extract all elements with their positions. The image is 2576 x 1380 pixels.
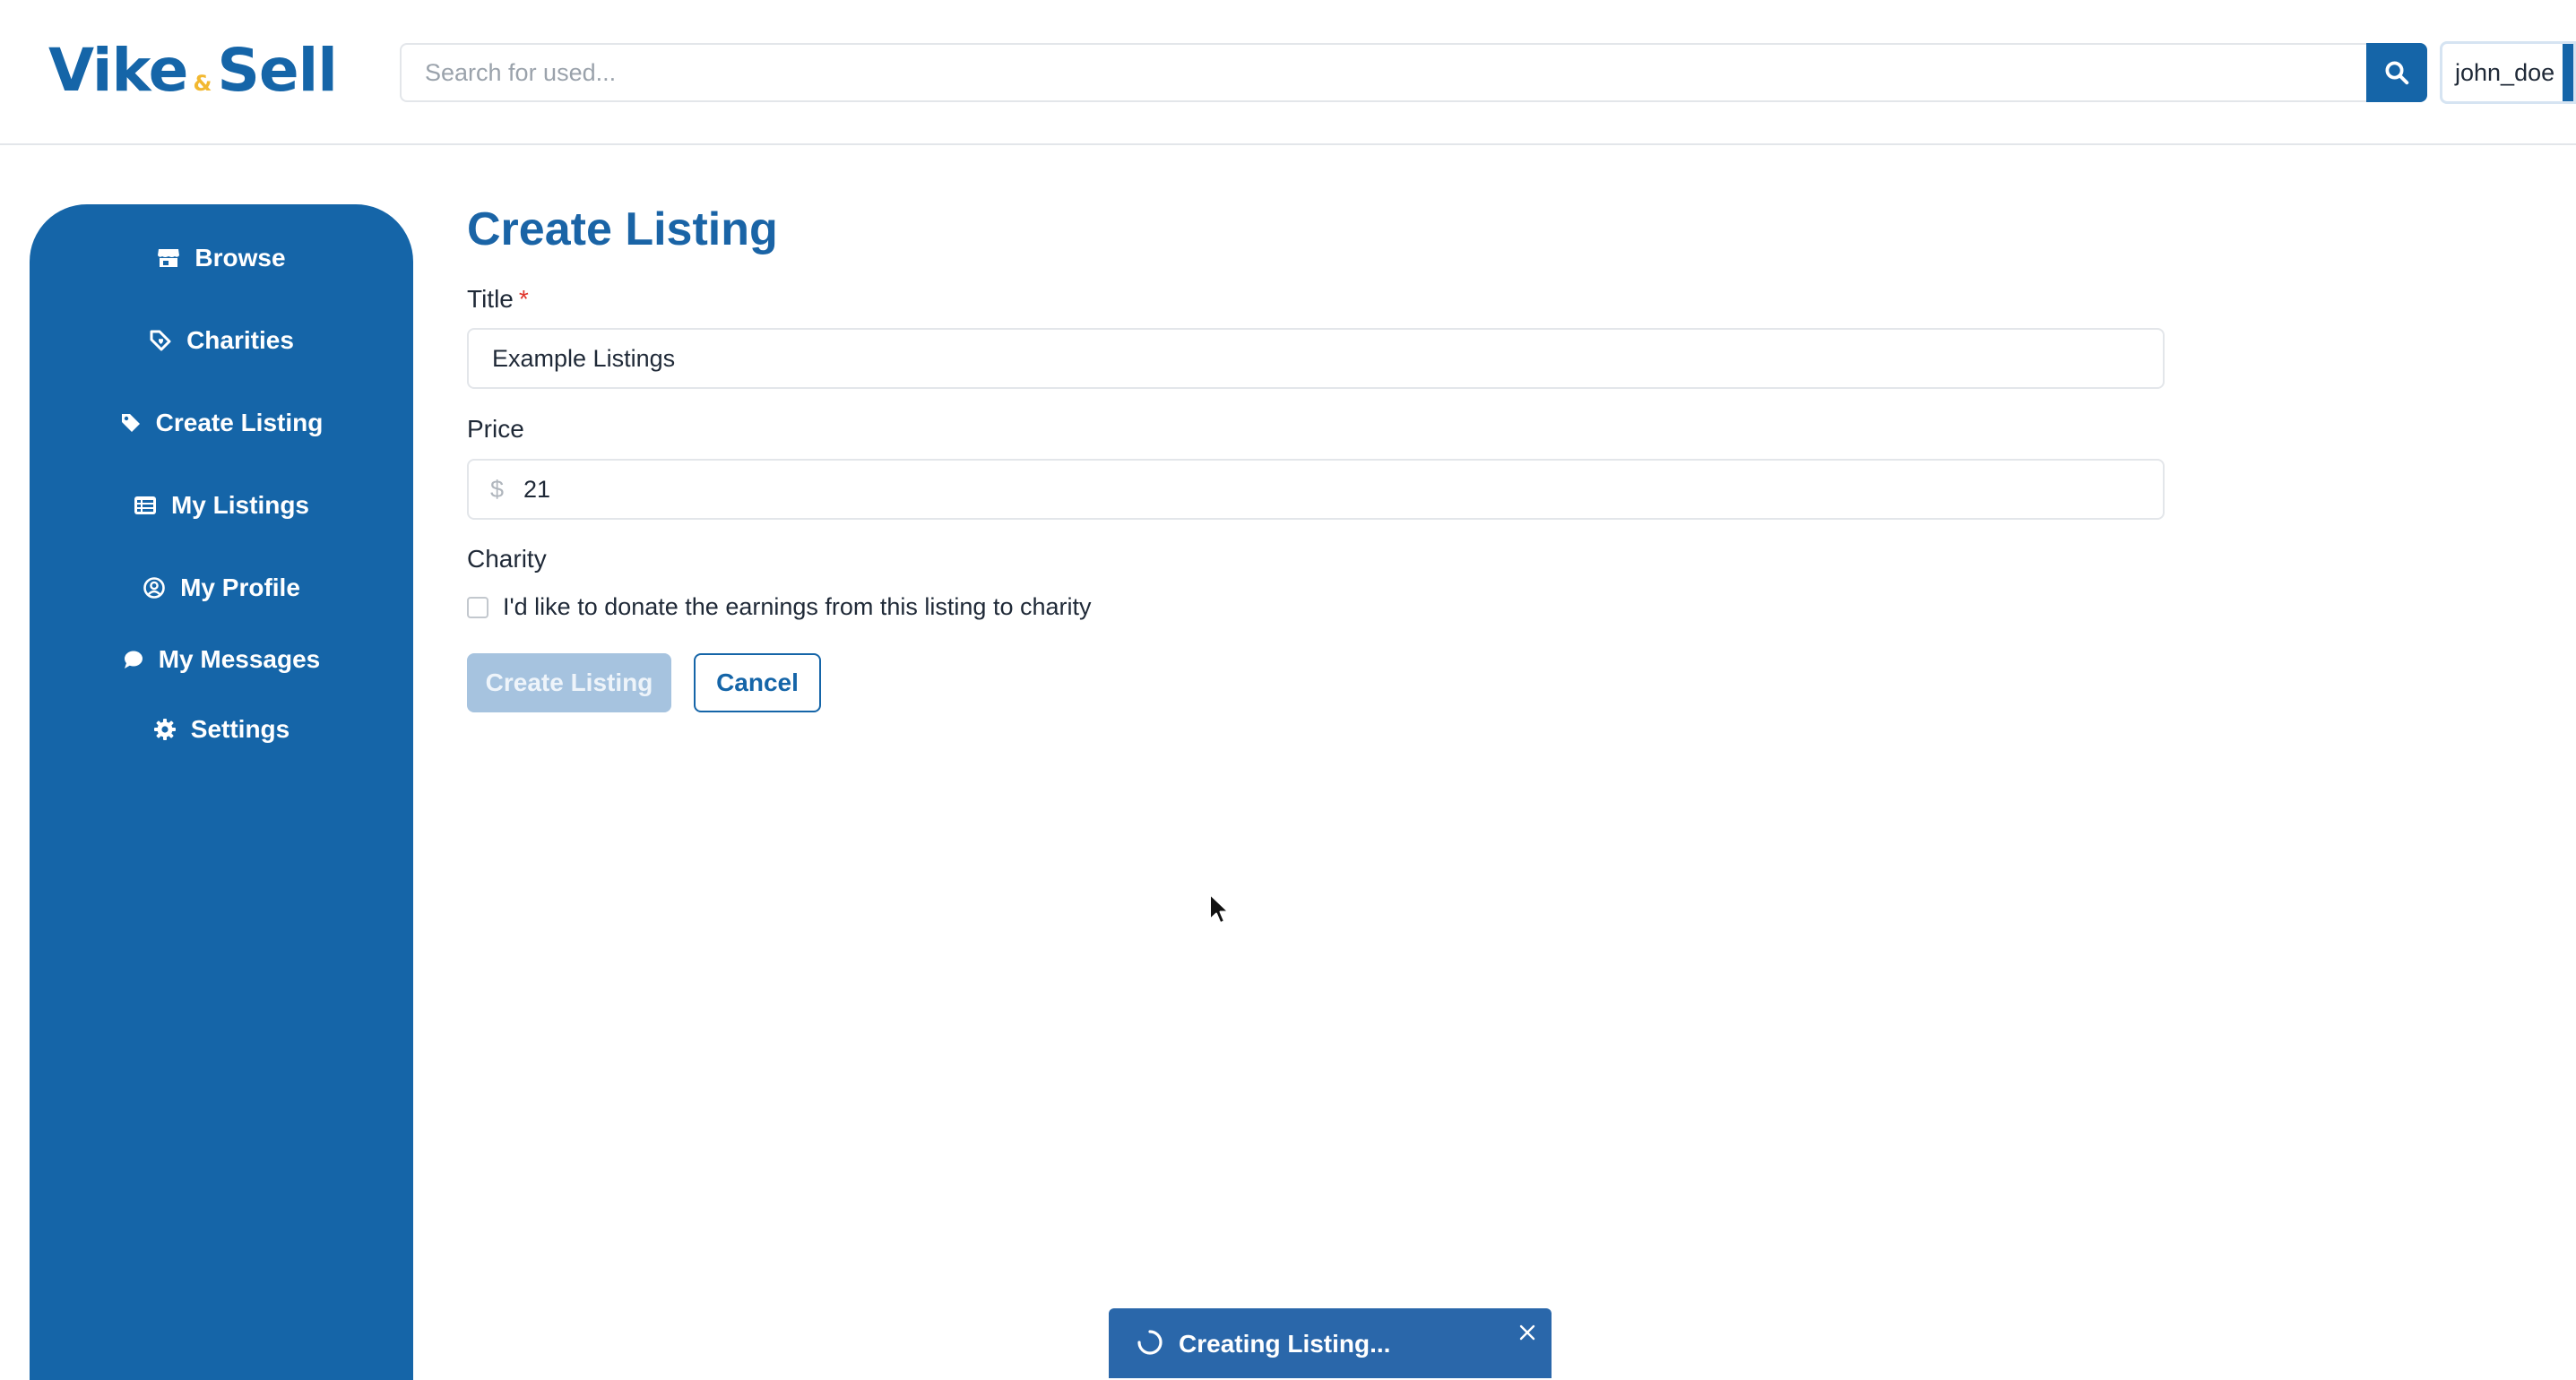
sidebar-item-label: Create Listing <box>155 409 324 436</box>
charity-tag-icon <box>150 330 171 351</box>
gear-icon <box>153 719 176 740</box>
charity-checkbox[interactable] <box>467 596 488 618</box>
charity-checkbox-row: I'd like to donate the earnings from thi… <box>467 593 1092 621</box>
sidebar-item-label: Browse <box>194 244 286 272</box>
user-circle-icon <box>143 577 165 599</box>
search-button[interactable] <box>2366 43 2427 102</box>
sidebar-item-label: My Profile <box>180 574 300 601</box>
vike-and-sell-logo[interactable]: Vike & Sell <box>48 36 338 108</box>
storefront-icon <box>158 249 180 267</box>
sidebar-item-my-profile[interactable]: My Profile <box>30 561 413 615</box>
top-header: Vike & Sell john_doe <box>0 0 2576 145</box>
sidebar-item-settings[interactable]: Settings <box>30 703 413 756</box>
sidebar-item-my-messages[interactable]: My Messages <box>30 633 413 686</box>
sidebar-item-create-listing[interactable]: Create Listing <box>30 396 413 450</box>
search-icon <box>2385 61 2409 85</box>
price-input[interactable]: $ 21 <box>467 459 2165 520</box>
charity-field-label: Charity <box>467 545 547 573</box>
loading-spinner-icon <box>1137 1330 1163 1355</box>
close-icon[interactable] <box>1517 1323 1537 1342</box>
title-input-value: Example Listings <box>492 344 676 372</box>
logo-word-sell: Sell <box>217 36 338 105</box>
chat-bubble-icon <box>124 651 143 668</box>
sidebar-item-label: Charities <box>186 326 294 354</box>
sidebar-item-my-listings[interactable]: My Listings <box>30 479 413 532</box>
search-input[interactable] <box>400 43 2368 102</box>
required-asterisk: * <box>518 285 529 313</box>
sidebar-item-label: My Listings <box>170 491 309 519</box>
sidebar-item-browse[interactable]: Browse <box>30 231 413 285</box>
title-input[interactable]: Example Listings <box>467 328 2165 389</box>
title-label-text: Title <box>467 285 514 313</box>
user-menu-button[interactable]: john_doe <box>2440 41 2576 104</box>
page-title: Create Listing <box>467 203 778 255</box>
price-input-value: 21 <box>523 475 551 503</box>
price-field-label: Price <box>467 415 524 443</box>
logo-ampersand: & <box>193 71 212 96</box>
toast-message: Creating Listing... <box>1179 1330 1391 1358</box>
title-field-label: Title * <box>467 285 529 314</box>
currency-symbol: $ <box>490 475 505 503</box>
username-label: john_doe <box>2455 58 2555 86</box>
charity-checkbox-label[interactable]: I'd like to donate the earnings from thi… <box>503 593 1092 621</box>
sidebar-item-charities[interactable]: Charities <box>30 314 413 367</box>
sidebar-nav: Browse Charities Create Listing My Listi… <box>30 204 413 1380</box>
sidebar-item-label: Settings <box>190 715 290 743</box>
create-listing-button[interactable]: Create Listing <box>467 653 671 712</box>
sidebar-item-label: My Messages <box>158 645 321 673</box>
user-button-edge <box>2563 44 2573 101</box>
tag-icon <box>121 414 140 432</box>
list-icon <box>134 496 156 514</box>
creating-listing-toast: Creating Listing... <box>1109 1308 1552 1378</box>
logo-word-vike: Vike <box>48 36 188 105</box>
mouse-cursor-icon <box>1209 893 1230 924</box>
cancel-button[interactable]: Cancel <box>694 653 821 712</box>
